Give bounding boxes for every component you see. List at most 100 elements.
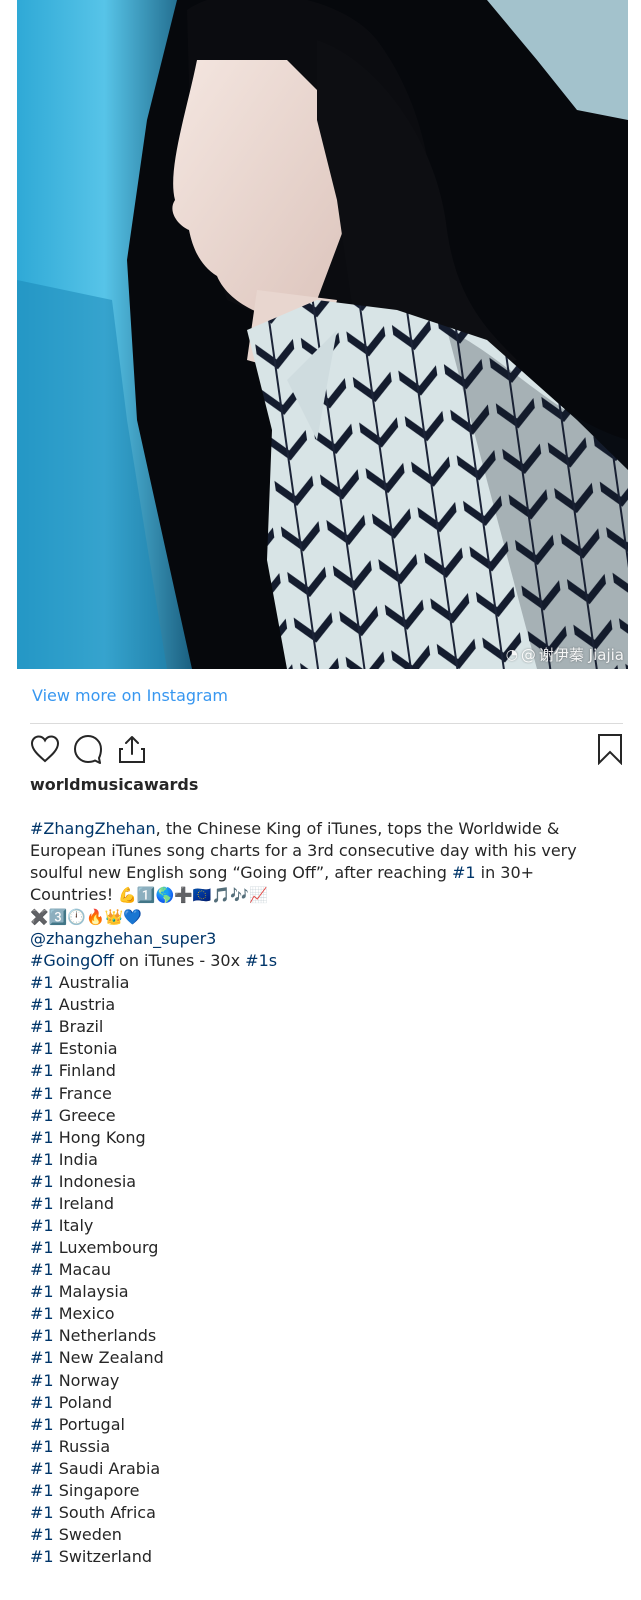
hashtag-link[interactable]: #1 — [30, 1437, 54, 1456]
hashtag-link[interactable]: #1s — [245, 951, 277, 970]
country-name: India — [58, 1149, 98, 1169]
country-name: Saudi Arabia — [58, 1458, 161, 1478]
country-name: Italy — [58, 1216, 94, 1236]
country-list-item: #1 Norway — [30, 1370, 277, 1392]
country-name: Norway — [58, 1370, 120, 1390]
country-list-item: #1 Brazil — [30, 1016, 277, 1038]
hashtag-link[interactable]: #1 — [30, 1304, 54, 1323]
portrait-photo — [17, 0, 628, 669]
mention-line: @zhangzhehan_super3 — [30, 928, 277, 950]
hashtag-link[interactable]: #1 — [30, 1547, 54, 1566]
country-list-item: #1 Hong Kong — [30, 1127, 277, 1149]
country-name: Hong Kong — [58, 1127, 146, 1147]
country-list-item: #1 Australia — [30, 972, 277, 994]
summary-line: #GoingOff on iTunes - 30x #1s — [30, 950, 277, 972]
hashtag-link[interactable]: #1 — [30, 1194, 54, 1213]
hashtag-link[interactable]: #1 — [452, 863, 476, 882]
country-name: Macau — [58, 1260, 112, 1280]
hashtag-link[interactable]: #1 — [30, 1348, 54, 1367]
hashtag-link[interactable]: #GoingOff — [30, 951, 114, 970]
mention-link[interactable]: @zhangzhehan_super3 — [30, 929, 216, 948]
country-list-item: #1 Sweden — [30, 1524, 277, 1546]
post-image[interactable]: ◔ @ 谢伊蓁 Jiajia — [17, 0, 628, 669]
country-name: Portugal — [58, 1414, 125, 1434]
country-name: Switzerland — [58, 1547, 153, 1567]
hashtag-link[interactable]: #1 — [30, 1172, 54, 1191]
country-list: @zhangzhehan_super3 #GoingOff on iTunes … — [30, 928, 277, 1568]
hashtag-link[interactable]: #1 — [30, 1238, 54, 1257]
country-list-item: #1 Luxembourg — [30, 1237, 277, 1259]
country-list-item: #1 Finland — [30, 1060, 277, 1082]
bookmark-icon[interactable] — [596, 733, 624, 769]
hashtag-link[interactable]: #1 — [30, 1128, 54, 1147]
hashtag-link[interactable]: #1 — [30, 995, 54, 1014]
country-list-item: #1 Switzerland — [30, 1546, 277, 1568]
hashtag-link[interactable]: #1 — [30, 1371, 54, 1390]
summary-text: on iTunes - 30x — [113, 951, 246, 971]
country-list-item: #1 Saudi Arabia — [30, 1458, 277, 1480]
country-list-item: #1 Austria — [30, 994, 277, 1016]
country-name: Mexico — [58, 1304, 115, 1324]
country-list-item: #1 Italy — [30, 1215, 277, 1237]
hashtag-link[interactable]: #1 — [30, 1039, 54, 1058]
hashtag-link[interactable]: #1 — [30, 1393, 54, 1412]
hashtag-link[interactable]: #1 — [30, 1525, 54, 1544]
watermark-name: 谢伊蓁 Jiajia — [538, 646, 624, 664]
country-list-item: #1 Russia — [30, 1436, 277, 1458]
hashtag-link[interactable]: #1 — [30, 1084, 54, 1103]
country-list-item: #1 Portugal — [30, 1414, 277, 1436]
country-name: Sweden — [58, 1525, 122, 1545]
post-actions — [29, 733, 624, 766]
country-name: Brazil — [58, 1017, 104, 1037]
country-list-item: #1 Singapore — [30, 1480, 277, 1502]
country-name: Ireland — [58, 1193, 115, 1213]
hashtag-link[interactable]: #1 — [30, 1017, 54, 1036]
country-name: Luxembourg — [58, 1238, 159, 1258]
country-list-item: #1 Indonesia — [30, 1171, 277, 1193]
hashtag-link[interactable]: #1 — [30, 1061, 54, 1080]
hashtag-link[interactable]: #1 — [30, 1481, 54, 1500]
country-name: Austria — [58, 995, 116, 1015]
country-name: Netherlands — [58, 1326, 157, 1346]
share-icon[interactable] — [116, 733, 148, 769]
country-name: Greece — [58, 1105, 116, 1125]
hashtag-link[interactable]: #1 — [30, 1326, 54, 1345]
divider — [30, 723, 623, 724]
heart-icon[interactable] — [29, 733, 61, 769]
country-name: Indonesia — [58, 1171, 137, 1191]
hashtag-link[interactable]: #1 — [30, 1459, 54, 1478]
country-list-item: #1 South Africa — [30, 1502, 277, 1524]
post-caption: #ZhangZhehan, the Chinese King of iTunes… — [30, 818, 620, 928]
country-list-item: #1 Netherlands — [30, 1325, 277, 1347]
country-name: Australia — [58, 973, 130, 993]
hashtag-link[interactable]: #1 — [30, 973, 54, 992]
view-more-on-instagram-link[interactable]: View more on Instagram — [32, 686, 228, 705]
country-list-item: #1 France — [30, 1083, 277, 1105]
emoji-group: 💪1️⃣🌎➕🇪🇺🎵🎶📈 — [118, 886, 268, 904]
country-list-item: #1 Macau — [30, 1259, 277, 1281]
hashtag-link[interactable]: #1 — [30, 1260, 54, 1279]
post-username[interactable]: worldmusicawards — [30, 775, 198, 794]
hashtag-link[interactable]: #1 — [30, 1415, 54, 1434]
comment-icon[interactable] — [72, 733, 104, 769]
country-name: Finland — [58, 1061, 116, 1081]
image-watermark: ◔ @ 谢伊蓁 Jiajia — [506, 644, 624, 665]
hashtag-link[interactable]: #1 — [30, 1106, 54, 1125]
country-name: New Zealand — [58, 1348, 164, 1368]
hashtag-link[interactable]: #1 — [30, 1282, 54, 1301]
country-list-item: #1 Mexico — [30, 1303, 277, 1325]
country-list-item: #1 Malaysia — [30, 1281, 277, 1303]
hashtag-link[interactable]: #1 — [30, 1216, 54, 1235]
country-name: Poland — [58, 1392, 113, 1412]
emoji-group: ✖️3️⃣🕛🔥👑💙 — [30, 908, 143, 926]
country-list-item: #1 Estonia — [30, 1038, 277, 1060]
hashtag-link[interactable]: #ZhangZhehan — [30, 819, 156, 838]
watermark-prefix: @ — [520, 645, 536, 664]
country-name: Malaysia — [58, 1282, 129, 1302]
country-name: France — [58, 1083, 112, 1103]
hashtag-link[interactable]: #1 — [30, 1503, 54, 1522]
hashtag-link[interactable]: #1 — [30, 1150, 54, 1169]
country-name: Singapore — [58, 1480, 140, 1500]
country-list-item: #1 New Zealand — [30, 1347, 277, 1369]
country-name: South Africa — [58, 1503, 156, 1523]
